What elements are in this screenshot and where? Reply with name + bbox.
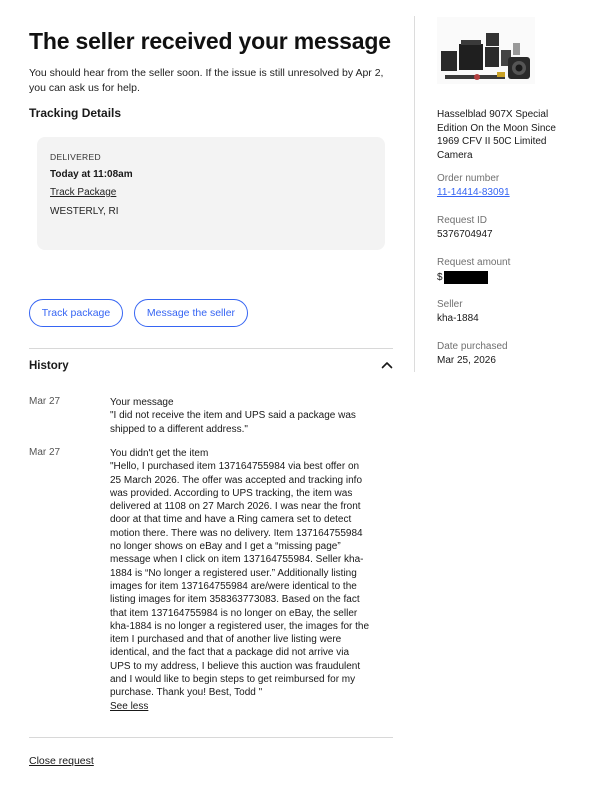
field-label: Date purchased [437,341,508,352]
entry-text: "I did not receive the item and UPS said… [110,410,359,435]
tracking-card: DELIVERED Today at 11:08am Track Package… [37,137,385,250]
product-image[interactable] [437,17,535,84]
tracking-time: Today at 11:08am [50,169,133,180]
field-label: Seller [437,299,463,310]
seller-value: kha-1884 [437,313,479,324]
track-package-link[interactable]: Track Package [50,187,116,198]
page-subtitle: You should hear from the seller soon. If… [29,67,384,94]
entry-title: Your message [110,397,174,408]
chevron-up-icon [381,362,393,369]
date-purchased-field: Date purchased Mar 25, 2026 [437,341,587,366]
redaction-box [443,271,488,284]
vertical-divider [414,16,415,372]
request-id-value: 5376704947 [437,229,493,240]
seller-field: Seller kha-1884 [437,299,587,324]
message-seller-button[interactable]: Message the seller [134,299,248,327]
history-title: History [29,360,69,372]
page-title: The seller received your message [29,28,391,54]
field-label: Order number [437,173,500,184]
entry-date: Mar 27 [29,396,61,407]
see-less-link[interactable]: See less [110,700,148,713]
currency-symbol: $ [437,272,443,284]
date-purchased-value: Mar 25, 2026 [437,355,496,366]
request-amount-field: Request amount $ [437,257,587,284]
tracking-status: DELIVERED [50,152,101,162]
entry-date: Mar 27 [29,447,61,458]
field-label: Request amount [437,257,511,268]
tracking-details-heading: Tracking Details [29,106,122,120]
tracking-location: WESTERLY, RI [50,206,119,217]
history-toggle[interactable]: History [29,348,393,384]
entry-text: "Hello, I purchased item 137164755984 vi… [110,461,372,699]
request-id-field: Request ID 5376704947 [437,215,587,240]
entry-body: You didn't get the item "Hello, I purcha… [110,447,372,713]
track-package-button[interactable]: Track package [29,299,123,327]
order-number-field: Order number 11-14414-83091 [437,173,587,198]
divider [29,737,393,738]
order-number-link[interactable]: 11-14414-83091 [437,187,587,198]
entry-title: You didn't get the item [110,448,209,459]
product-name[interactable]: Hasselblad 907X Special Edition On the M… [437,108,577,162]
field-label: Request ID [437,215,488,226]
request-amount-value: $ [437,271,587,284]
close-request-link[interactable]: Close request [29,755,94,767]
entry-body: Your message "I did not receive the item… [110,396,372,436]
